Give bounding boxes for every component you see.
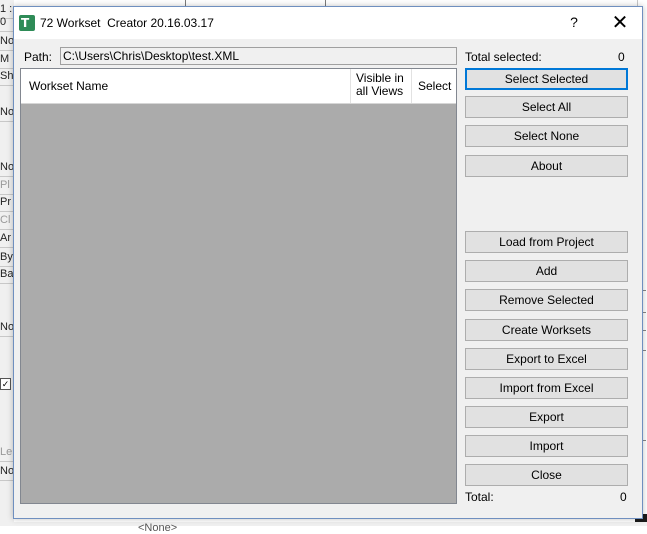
bg-fragment: No bbox=[0, 158, 14, 177]
column-header-visible-in-all-views[interactable]: Visible in all Views bbox=[351, 69, 412, 103]
export-button[interactable]: Export bbox=[465, 406, 628, 428]
about-button[interactable]: About bbox=[465, 155, 628, 177]
total-selected-value: 0 bbox=[618, 50, 625, 64]
select-all-button[interactable]: Select All bbox=[465, 96, 628, 118]
bg-checkbox: ✓ bbox=[0, 378, 11, 390]
bg-fragment: 0 bbox=[0, 13, 14, 32]
load-from-project-button[interactable]: Load from Project bbox=[465, 231, 628, 253]
worksets-table[interactable]: Workset Name Visible in all Views Select bbox=[20, 68, 457, 504]
bg-fragment: Cl bbox=[0, 211, 14, 230]
column-header-workset-name[interactable]: Workset Name bbox=[21, 69, 351, 103]
table-header: Workset Name Visible in all Views Select bbox=[21, 69, 456, 104]
remove-selected-button[interactable]: Remove Selected bbox=[465, 289, 628, 311]
total-label: Total: bbox=[465, 490, 494, 504]
workset-creator-dialog: T 72 Workset Creator 20.16.03.17 ? ✕ Pat… bbox=[13, 6, 643, 519]
export-to-excel-button[interactable]: Export to Excel bbox=[465, 348, 628, 370]
bg-fragment: Ba bbox=[0, 265, 14, 284]
bg-fragment: Pr bbox=[0, 193, 14, 212]
column-header-visible-line2: all Views bbox=[356, 84, 404, 98]
bg-fragment: No bbox=[0, 318, 14, 337]
background-properties-panel: 1 : 100 0 No M Sh No No Pl Pr Cl Ar By B… bbox=[0, 0, 14, 526]
title-bar[interactable]: T 72 Workset Creator 20.16.03.17 ? ✕ bbox=[14, 7, 642, 39]
add-button[interactable]: Add bbox=[465, 260, 628, 282]
path-field[interactable]: C:\Users\Chris\Desktop\test.XML bbox=[60, 47, 457, 65]
bg-fragment: Ar bbox=[0, 229, 14, 248]
close-icon[interactable]: ✕ bbox=[598, 7, 642, 39]
bg-fragment: No bbox=[0, 32, 14, 51]
bg-fragment: Sh bbox=[0, 67, 14, 86]
import-button[interactable]: Import bbox=[465, 435, 628, 457]
total-value: 0 bbox=[620, 490, 627, 504]
create-worksets-button[interactable]: Create Worksets bbox=[465, 319, 628, 341]
path-label: Path: bbox=[24, 50, 53, 64]
bg-none-text: <None> bbox=[138, 522, 178, 534]
close-button[interactable]: Close bbox=[465, 464, 628, 486]
bg-fragment: Le bbox=[0, 443, 14, 462]
import-from-excel-button[interactable]: Import from Excel bbox=[465, 377, 628, 399]
workset-creator-app-icon: T bbox=[19, 15, 35, 31]
window-title: 72 Workset Creator 20.16.03.17 bbox=[40, 16, 214, 30]
bg-fragment: No bbox=[0, 103, 14, 122]
select-none-button[interactable]: Select None bbox=[465, 125, 628, 147]
total-selected-label: Total selected: bbox=[465, 50, 542, 64]
background-bottom-strip: <None> bbox=[0, 522, 647, 534]
select-selected-button[interactable]: Select Selected bbox=[465, 68, 628, 90]
bg-fragment: No bbox=[0, 462, 14, 481]
help-icon[interactable]: ? bbox=[552, 7, 596, 39]
column-header-select[interactable]: Select bbox=[412, 69, 456, 103]
